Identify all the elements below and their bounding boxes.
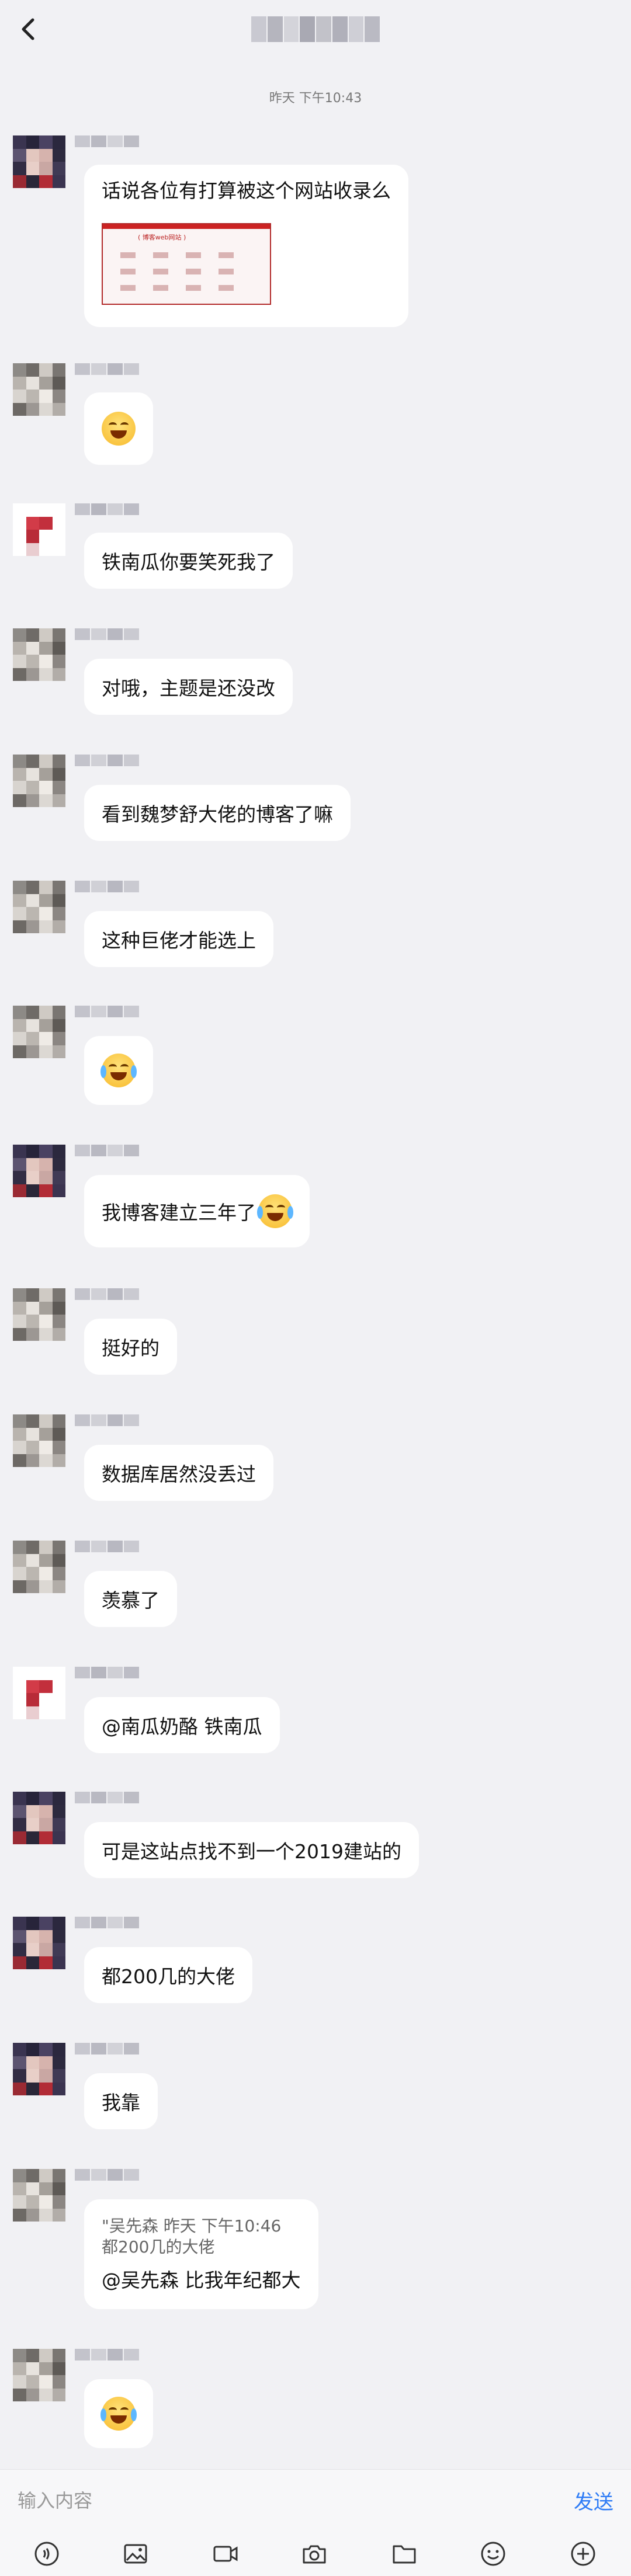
sender-name-obscured [75,881,139,892]
avatar[interactable] [13,628,65,681]
message-bubble[interactable]: @南瓜奶酪 铁南瓜 [84,1697,280,1753]
emoji-icon[interactable] [479,2540,507,2568]
message-bubble[interactable] [84,392,153,465]
avatar[interactable] [13,1667,65,1719]
image-icon[interactable] [122,2540,150,2568]
message-bubble[interactable]: 羡慕了 [84,1571,177,1627]
message-bubble[interactable]: "吴先森 昨天 下午10:46 都200几的大佬 @吴先森 比我年纪都大 [84,2199,318,2309]
sender-name-obscured [75,2169,139,2181]
message-bubble[interactable]: 这种巨佬才能选上 [84,911,273,967]
sender-name-obscured [75,135,139,147]
avatar[interactable] [13,1414,65,1467]
avatar[interactable] [13,755,65,807]
top-bar [0,0,631,58]
website-screenshot-image[interactable]: ( 博客web网站 ) [102,223,271,305]
folder-icon[interactable] [390,2540,418,2568]
message-bubble[interactable]: 对哦，主题是还没改 [84,659,293,715]
sender-name-obscured [75,1667,139,1678]
sender-name-obscured [75,503,139,515]
back-arrow-icon[interactable] [12,12,47,47]
message-text: 数据库居然没丢过 [102,1463,256,1486]
plus-icon[interactable] [569,2540,597,2568]
message-text: 看到魏梦舒大佬的博客了嘛 [102,803,333,826]
sender-name-obscured [75,1414,139,1426]
message-text: @吴先森 比我年纪都大 [102,2269,301,2292]
sender-name-obscured [75,1792,139,1803]
camera-icon[interactable] [300,2540,328,2568]
sender-name-obscured [75,1145,139,1156]
message-text: 羡慕了 [102,1589,160,1612]
sender-name-obscured [75,1541,139,1552]
timestamp: 昨天 下午10:43 [269,91,362,106]
message-text: 都200几的大佬 [102,1965,235,1988]
sender-name-obscured [75,363,139,375]
avatar[interactable] [13,1541,65,1593]
composer-toolbar [0,2540,631,2569]
tears-of-joy-emoji-icon [100,2397,137,2431]
avatar[interactable] [13,2169,65,2222]
message-bubble[interactable]: 都200几的大佬 [84,1947,252,2003]
message-bubble[interactable]: 我博客建立三年了 [84,1175,310,1247]
image-caption: ( 博客web网站 ) [138,234,186,241]
sender-name-obscured [75,628,139,640]
sender-name-obscured [75,755,139,766]
message-text: 话说各位有打算被这个网站收录么 [102,179,391,202]
avatar[interactable] [13,2349,65,2401]
message-text: 我博客建立三年了 [102,1201,256,1224]
sender-name-obscured [75,1288,139,1300]
avatar[interactable] [13,1792,65,1844]
send-button[interactable]: 发送 [574,2486,613,2515]
message-text: 可是这站点找不到一个2019建站的 [102,1840,401,1863]
sender-name-obscured [75,1006,139,1017]
avatar[interactable] [13,1145,65,1197]
avatar[interactable] [13,2043,65,2095]
chat-title-obscured [251,16,380,42]
sender-name-obscured [75,2349,139,2361]
avatar[interactable] [13,503,65,556]
message-bubble[interactable]: 铁南瓜你要笑死我了 [84,533,293,589]
voice-icon[interactable] [33,2540,61,2568]
avatar[interactable] [13,881,65,933]
message-bubble[interactable] [84,2379,153,2448]
avatar[interactable] [13,363,65,416]
message-bubble[interactable]: 挺好的 [84,1319,177,1375]
message-bubble[interactable]: 我靠 [84,2073,158,2129]
sender-name-obscured [75,1917,139,1928]
message-text: 铁南瓜你要笑死我了 [102,551,275,573]
message-text: 挺好的 [102,1337,160,1360]
grin-emoji-icon [102,412,136,446]
avatar[interactable] [13,1288,65,1341]
sender-name-obscured [75,2043,139,2054]
message-bubble[interactable]: 话说各位有打算被这个网站收录么 ( 博客web网站 ) [84,165,408,327]
message-bubble[interactable]: 数据库居然没丢过 [84,1445,273,1501]
video-icon[interactable] [212,2540,240,2568]
message-text: 我靠 [102,2091,140,2114]
message-bubble[interactable]: 可是这站点找不到一个2019建站的 [84,1822,419,1878]
avatar[interactable] [13,1006,65,1058]
message-text: @南瓜奶酪 铁南瓜 [102,1715,262,1738]
avatar[interactable] [13,135,65,188]
message-text: 这种巨佬才能选上 [102,929,256,952]
message-bubble[interactable] [84,1036,153,1105]
message-text: 对哦，主题是还没改 [102,677,275,700]
message-bubble[interactable]: 看到魏梦舒大佬的博客了嘛 [84,785,351,841]
message-composer: 输入内容 发送 [0,2469,631,2576]
tears-of-joy-emoji-icon [100,1054,137,1087]
tears-of-joy-emoji-icon [257,1194,293,1228]
quote-body: 都200几的大佬 [102,2237,215,2257]
quote-header: "吴先森 昨天 下午10:46 [102,2216,282,2236]
avatar[interactable] [13,1917,65,1969]
message-input[interactable]: 输入内容 [18,2486,92,2513]
